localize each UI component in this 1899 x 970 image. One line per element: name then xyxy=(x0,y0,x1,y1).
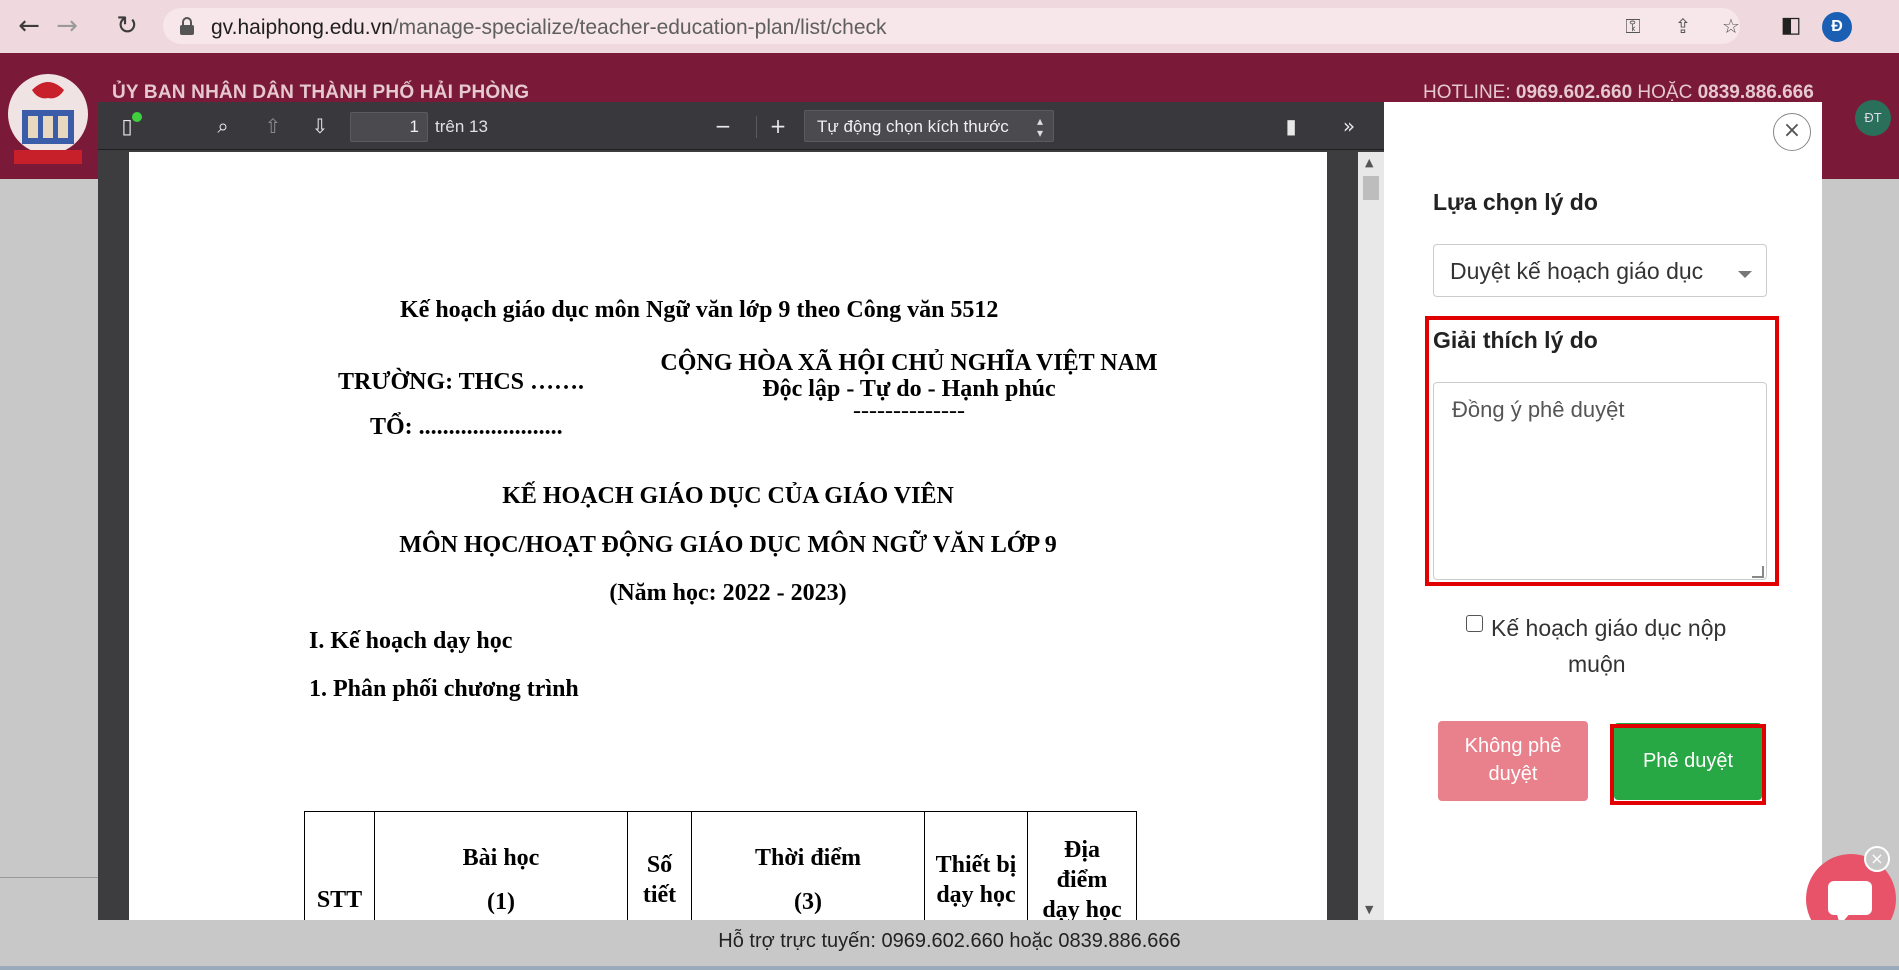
resize-handle-icon[interactable] xyxy=(1752,566,1764,578)
subject-heading: MÔN HỌC/HOẠT ĐỘNG GIÁO DỤC MÔN NGỮ VĂN L… xyxy=(399,532,1057,558)
address-bar[interactable]: gv.haiphong.edu.vn/manage-specialize/tea… xyxy=(163,8,1740,44)
zoom-in-icon[interactable]: + xyxy=(763,112,793,140)
header-periods: Số tiết xyxy=(627,811,692,920)
page-count: trên 13 xyxy=(435,117,488,136)
footer-support-text: Hỗ trợ trực tuyến: 0969.602.660 hoặc 083… xyxy=(718,930,1181,952)
page-number-input[interactable] xyxy=(350,112,428,142)
header-location-line1: Địa xyxy=(1064,836,1100,863)
chevron-down-icon xyxy=(1738,271,1752,278)
late-submission-label-line2: muộn xyxy=(1568,651,1626,677)
reload-icon[interactable]: ↻ xyxy=(112,11,142,41)
header-location-line3: dạy học xyxy=(1042,896,1122,921)
header-location: Địa điểm dạy học xyxy=(1027,811,1137,921)
url-text[interactable]: gv.haiphong.edu.vn/manage-specialize/tea… xyxy=(211,16,887,40)
previous-page-icon[interactable]: ⇧ xyxy=(258,112,288,140)
header-periods-line1: Số xyxy=(646,851,673,878)
section-heading: I. Kế hoạch dạy học xyxy=(309,628,513,654)
explain-textarea[interactable]: Đồng ý phê duyệt xyxy=(1433,382,1767,580)
toolbar-separator xyxy=(756,116,757,138)
side-panel-icon[interactable]: ◧ xyxy=(1776,11,1806,41)
header-equipment-line2: dạy học xyxy=(936,881,1016,908)
table-header-row: STT Bài học (1) Số tiết Thời điểm (3) Thiết… xyxy=(304,811,1137,921)
document-title: Kế hoạch giáo dục môn Ngữ văn lớp 9 theo… xyxy=(400,297,999,323)
republic-heading: CỘNG HÒA XÃ HỘI CHỦ NGHĨA VIỆT NAM xyxy=(660,350,1158,376)
school-year: (Năm học: 2022 - 2023) xyxy=(609,580,847,606)
bookmark-icon[interactable]: ▮ xyxy=(1276,112,1306,140)
pdf-scrollbar[interactable]: ▲ ▼ xyxy=(1358,152,1384,920)
explain-label: Giải thích lý do xyxy=(1433,327,1598,353)
select-arrows-icon: ▴ ▾ xyxy=(1036,114,1043,140)
pdf-page: Kế hoạch giáo dục môn Ngữ văn lớp 9 theo… xyxy=(129,152,1327,920)
late-submission-label-line1: Kế hoạch giáo dục nộp xyxy=(1491,615,1727,641)
more-tools-icon[interactable]: » xyxy=(1334,112,1364,140)
url-path: /manage-specialize/teacher-education-pla… xyxy=(392,16,887,39)
search-icon[interactable]: ⌕ xyxy=(208,112,238,140)
site-title: ỦY BAN NHÂN DÂN THÀNH PHỐ HẢI PHÒNG xyxy=(112,82,530,103)
site-logo xyxy=(8,74,88,164)
header-equipment: Thiết bị dạy học xyxy=(924,811,1028,920)
share-icon[interactable]: ⇪ xyxy=(1670,13,1696,39)
header-time-label: Thời điểm xyxy=(755,844,861,871)
url-host: gv.haiphong.edu.vn xyxy=(211,16,393,39)
chat-close-icon[interactable]: × xyxy=(1864,846,1890,872)
zoom-select-value: Tự động chọn kích thước xyxy=(817,117,1009,136)
zoom-select[interactable]: Tự động chọn kích thước ▴ ▾ xyxy=(804,110,1054,142)
header-lesson: Bài học (1) xyxy=(374,811,628,920)
scroll-down-icon[interactable]: ▼ xyxy=(1365,903,1373,916)
header-periods-line2: tiết xyxy=(642,881,677,908)
pdf-toolbar: ▯ ⌕ ⇧ ⇩ trên 13 − + Tự động chọn kích th… xyxy=(98,102,1384,150)
reason-label: Lựa chọn lý do xyxy=(1433,189,1598,215)
reason-select-value: Duyệt kế hoạch giáo dục xyxy=(1450,258,1704,284)
program-table: STT Bài học (1) Số tiết Thời điểm (3) Thiết… xyxy=(304,811,1137,920)
header-lesson-number: (1) xyxy=(487,888,515,915)
profile-avatar[interactable]: Đ xyxy=(1822,12,1852,42)
scroll-up-icon[interactable]: ▲ xyxy=(1365,156,1373,169)
motto-underline: -------------- xyxy=(853,398,965,424)
reject-button-line2: duyệt xyxy=(1488,763,1538,785)
group-name: TỔ: ........................ xyxy=(370,414,563,440)
background-divider xyxy=(0,877,100,878)
header-time-number: (3) xyxy=(794,888,822,915)
chat-bubble-icon xyxy=(1828,881,1872,925)
plan-heading: KẾ HOẠCH GIÁO DỤC CỦA GIÁO VIÊN xyxy=(502,483,954,509)
reject-button-line1: Không phê xyxy=(1464,735,1562,757)
school-name: TRƯỜNG: THCS ……. xyxy=(338,369,585,395)
hotline-or: HOẶC xyxy=(1632,82,1698,103)
browser-toolbar: ← → ↻ gv.haiphong.edu.vn/manage-speciali… xyxy=(0,0,1899,53)
hotline-label: HOTLINE: xyxy=(1423,82,1516,103)
pdf-viewer: ▯ ⌕ ⇧ ⇩ trên 13 − + Tự động chọn kích th… xyxy=(98,102,1384,920)
header-lesson-label: Bài học xyxy=(462,844,540,871)
next-page-icon[interactable]: ⇩ xyxy=(305,112,335,140)
header-equipment-line1: Thiết bị xyxy=(935,851,1017,878)
user-avatar[interactable]: ĐT xyxy=(1855,100,1891,136)
header-stt: STT xyxy=(304,811,375,920)
forward-icon[interactable]: → xyxy=(52,11,82,41)
hotline-number-1: 0969.602.660 xyxy=(1515,82,1633,103)
back-icon[interactable]: ← xyxy=(14,11,44,41)
subsection-heading: 1. Phân phối chương trình xyxy=(309,676,579,702)
close-icon[interactable]: × xyxy=(1773,113,1811,151)
scrollbar-thumb[interactable] xyxy=(1363,176,1379,200)
footer-bottom-line xyxy=(0,966,1899,970)
header-time: Thời điểm (3) xyxy=(691,811,925,920)
header-hotline: HOTLINE: 0969.602.660 HOẶC 0839.886.666 xyxy=(1423,82,1814,104)
key-icon[interactable]: ⚿ xyxy=(1620,13,1646,39)
lock-icon[interactable] xyxy=(180,17,194,35)
zoom-out-icon[interactable]: − xyxy=(708,112,738,140)
reject-button[interactable]: Không phê duyệt xyxy=(1438,721,1588,801)
star-icon[interactable]: ☆ xyxy=(1718,13,1744,39)
header-location-line2: điểm xyxy=(1056,866,1108,893)
late-submission-checkbox[interactable] xyxy=(1466,615,1483,632)
reason-select[interactable]: Duyệt kế hoạch giáo dục xyxy=(1433,244,1767,297)
notification-dot xyxy=(132,112,142,122)
hotline-number-2: 0839.886.666 xyxy=(1697,82,1814,103)
approve-highlight-box xyxy=(1610,724,1766,805)
